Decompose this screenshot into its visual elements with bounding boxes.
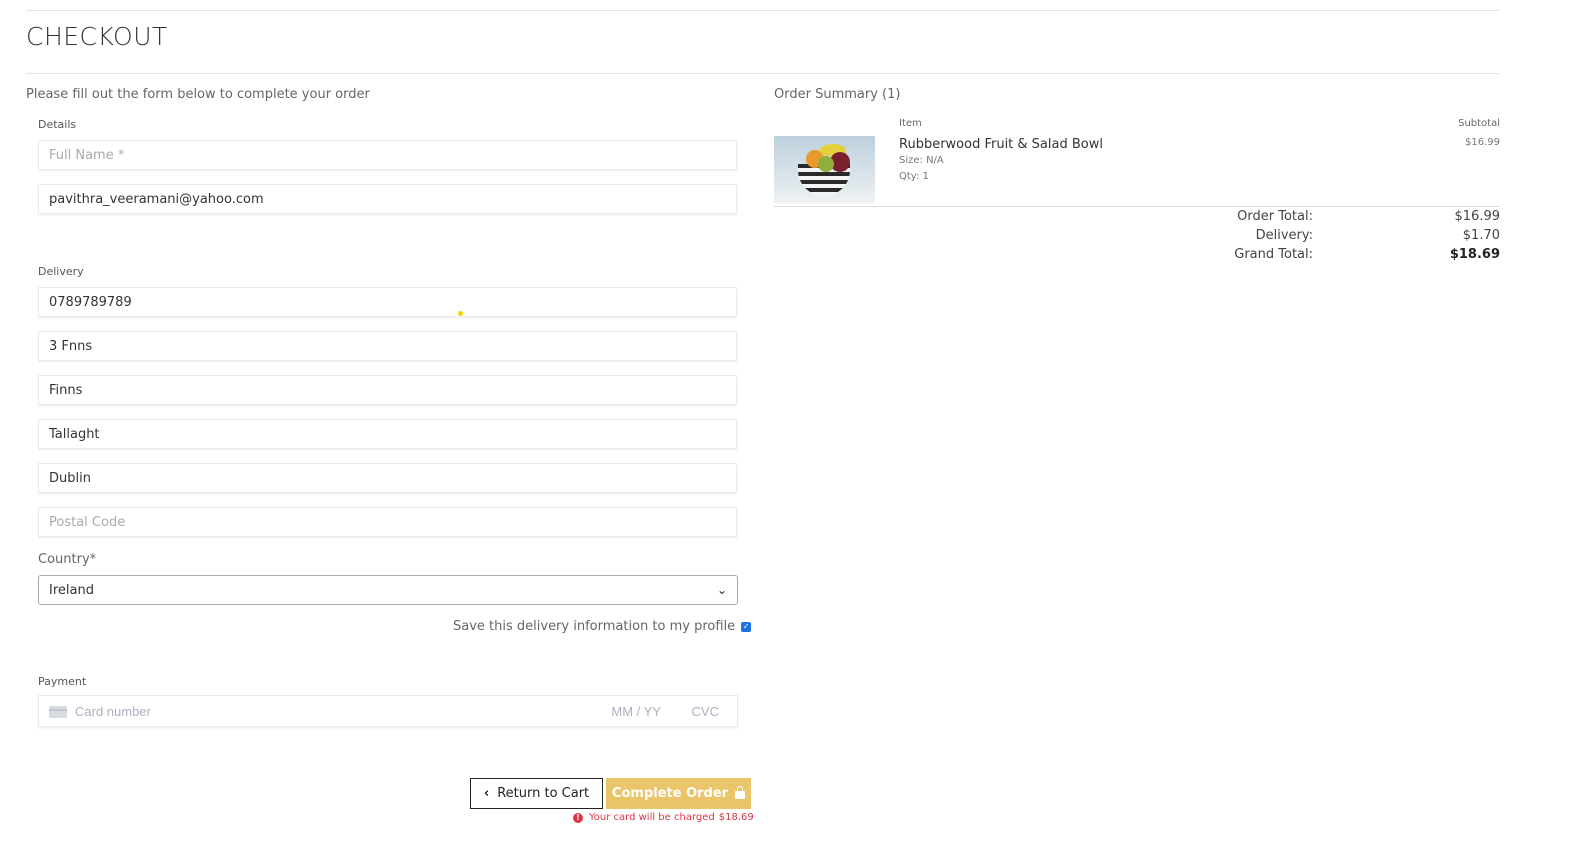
email-input[interactable] — [38, 184, 737, 214]
card-cvc-placeholder[interactable]: CVC — [692, 704, 719, 719]
page-title: CHECKOUT — [26, 22, 168, 51]
product-size: Size: N/A — [899, 155, 944, 166]
chevron-left-icon: ‹ — [483, 786, 490, 801]
return-to-cart-button[interactable]: ‹ Return to Cart — [470, 778, 603, 809]
delivery-cost-label: Delivery: — [1255, 228, 1313, 243]
save-info-label: Save this delivery information to my pro… — [453, 619, 736, 634]
top-divider — [26, 10, 1500, 11]
card-element[interactable]: Card number MM / YY CVC — [38, 695, 738, 727]
grand-total-value: $18.69 — [1449, 247, 1500, 262]
details-label: Details — [38, 118, 77, 131]
card-number-placeholder[interactable]: Card number — [75, 704, 151, 719]
payment-label: Payment — [38, 675, 87, 688]
charge-notice: ! Your card will be charged $18.69 — [573, 812, 754, 823]
save-info-checkbox[interactable]: ✓ — [741, 621, 752, 632]
order-total-label: Order Total: — [1237, 209, 1313, 224]
complete-order-label: Complete Order — [611, 786, 729, 801]
chevron-down-icon: ⌄ — [716, 583, 727, 597]
fruit-shape — [818, 156, 834, 172]
column-header-item: Item — [899, 118, 922, 129]
product-name[interactable]: Rubberwood Fruit & Salad Bowl — [899, 137, 1103, 152]
product-thumbnail[interactable] — [774, 136, 875, 203]
postcode-input[interactable] — [38, 507, 737, 537]
order-total-value: $16.99 — [1454, 209, 1501, 224]
street-address-1-input[interactable] — [38, 331, 737, 361]
complete-order-button[interactable]: Complete Order — [606, 778, 751, 809]
grand-total-label: Grand Total: — [1234, 247, 1313, 262]
charge-text: Your card will be charged — [589, 812, 715, 823]
order-summary-title: Order Summary (1) — [774, 87, 901, 102]
delivery-cost-value: $1.70 — [1462, 228, 1500, 243]
save-info-row: Save this delivery information to my pro… — [453, 619, 752, 634]
credit-card-icon — [49, 706, 67, 718]
column-header-subtotal: Subtotal — [1458, 118, 1500, 129]
county-input[interactable] — [38, 463, 737, 493]
country-select-value: Ireland — [49, 582, 94, 598]
phone-input[interactable] — [38, 287, 737, 317]
full-name-input[interactable] — [38, 140, 737, 170]
summary-divider — [774, 206, 1500, 207]
town-input[interactable] — [38, 419, 737, 449]
product-qty: Qty: 1 — [899, 171, 929, 182]
lock-icon — [735, 786, 746, 799]
country-label: Country* — [38, 552, 97, 567]
form-intro: Please fill out the form below to comple… — [26, 87, 370, 102]
exclamation-circle-icon: ! — [573, 812, 583, 823]
cursor-indicator — [458, 311, 463, 316]
title-divider — [26, 73, 1500, 74]
country-select[interactable]: Ireland ⌄ — [38, 575, 738, 605]
charge-amount: $18.69 — [718, 812, 754, 823]
card-expiry-placeholder[interactable]: MM / YY — [611, 704, 661, 719]
return-to-cart-label: Return to Cart — [497, 786, 590, 801]
delivery-label: Delivery — [38, 265, 84, 278]
street-address-2-input[interactable] — [38, 375, 737, 405]
product-subtotal: $16.99 — [1465, 137, 1500, 148]
